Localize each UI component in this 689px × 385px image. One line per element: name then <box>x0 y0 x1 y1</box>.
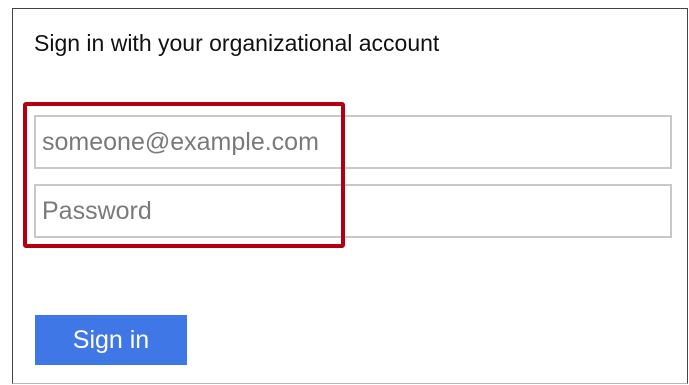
page-title: Sign in with your organizational account <box>34 30 440 56</box>
sign-in-button[interactable]: Sign in <box>35 315 187 365</box>
email-field[interactable] <box>34 115 672 169</box>
password-field[interactable] <box>34 184 672 238</box>
